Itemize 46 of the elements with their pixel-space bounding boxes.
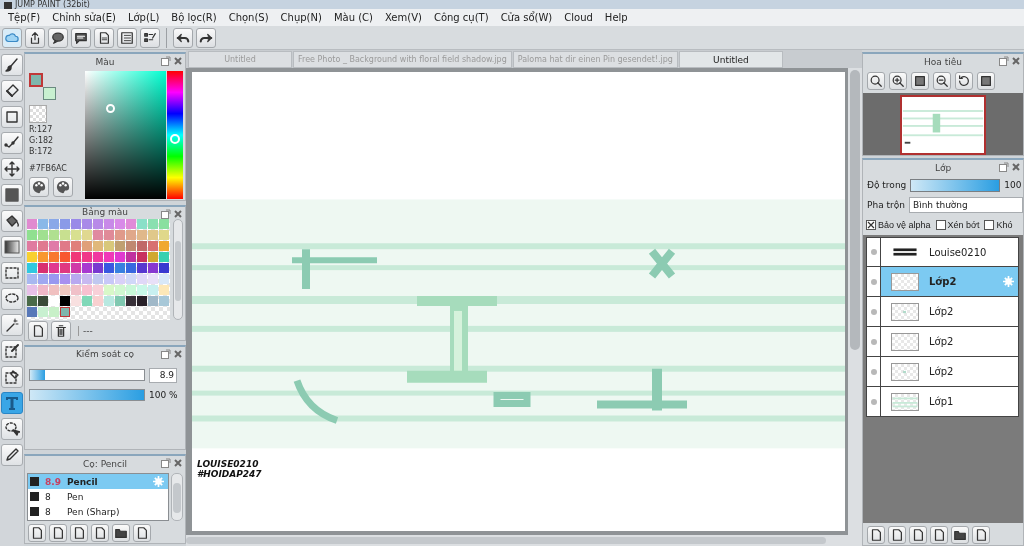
palette-name: --- — [78, 325, 93, 336]
brush-opacity-value: 100 % — [149, 389, 178, 400]
menu-item[interactable]: Chỉnh sửa(E) — [46, 12, 122, 23]
checkbox-label: Xén bớt — [947, 220, 980, 230]
checkbox-label: Bảo vệ alpha — [878, 220, 931, 230]
menu-item[interactable]: Bộ lọc(R) — [165, 12, 223, 23]
layer-item[interactable]: Louise0210 — [866, 237, 1019, 267]
brush-size-field[interactable]: 8.9 — [149, 367, 177, 383]
menu-item[interactable]: Chọn(S) — [222, 12, 275, 23]
menu-item[interactable]: Help — [598, 12, 634, 23]
rgb-value: R:127 — [29, 125, 54, 134]
menu-item[interactable]: Màu (C) — [327, 12, 379, 23]
panel-title: Bảng màu — [82, 206, 128, 217]
panel-title: Kiểm soát cọ — [75, 349, 135, 360]
menu-item[interactable]: Xem(V) — [378, 12, 428, 23]
panel-title: Lớp — [934, 162, 952, 173]
blend-label: Pha trộn — [867, 200, 905, 210]
menu-item[interactable]: Lớp(L) — [121, 12, 166, 23]
opacity-value: 100 — [1004, 180, 1022, 190]
menu-item[interactable]: Cửa sổ(W) — [494, 12, 559, 23]
hex-value: #7FB6AC — [29, 164, 68, 173]
menu-item[interactable]: Chụp(N) — [274, 12, 328, 23]
window-title: JUMP PAINT (32bit) — [15, 1, 90, 9]
checkbox-label: Khó — [996, 220, 1013, 230]
panel-title: Hoa tiêu — [924, 56, 962, 67]
panel-title: Màu — [95, 56, 115, 67]
panel-title: Cọ: Pencil — [83, 458, 127, 469]
canvas[interactable]: LOUISE0210 #HOIDAP247 — [192, 72, 845, 531]
layer-item[interactable]: Lớp2 — [866, 357, 1019, 387]
signature-text: LOUISE0210 — [197, 459, 260, 469]
menu-item[interactable]: Công cụ(T) — [427, 12, 495, 23]
rgb-value: G:182 — [29, 136, 55, 145]
brush-item[interactable]: 8 Pen (Sharp) — [28, 504, 168, 519]
brush-item[interactable]: 8 Pen — [28, 489, 168, 504]
opacity-label: Độ trong — [867, 180, 907, 190]
menu-item[interactable]: Cloud — [558, 12, 599, 23]
layer-item[interactable]: Lớp2 — [866, 297, 1019, 327]
layer-item[interactable]: Lớp2 — [866, 267, 1019, 297]
layer-item[interactable]: Lớp2 — [866, 327, 1019, 357]
menu-item[interactable]: Tệp(F) — [2, 12, 47, 23]
rgb-value: B:172 — [29, 147, 54, 156]
document-tab[interactable]: Untitled — [678, 51, 783, 68]
signature-text: #HOIDAP247 — [197, 469, 262, 479]
blend-mode-dropdown[interactable]: Bình thường — [908, 197, 1023, 213]
layer-item[interactable]: Lớp1 — [866, 387, 1019, 417]
brush-item[interactable]: 8.9 Pencil — [28, 474, 168, 489]
